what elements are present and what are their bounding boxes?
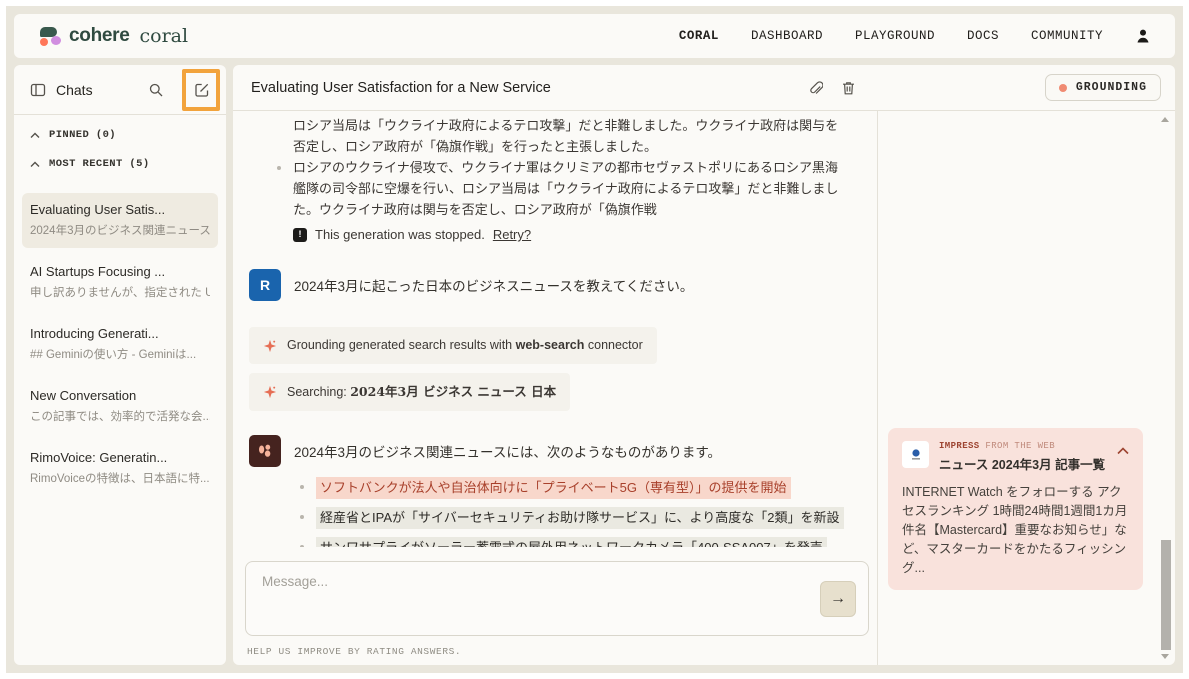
conversation-title: Evaluating User Satisfaction for a New S… bbox=[251, 80, 807, 96]
sparkle-icon bbox=[263, 385, 277, 399]
citation-span[interactable]: サンワサプライがソーラー蓄電式の屋外用ネットワークカメラ「400-SSA007」… bbox=[316, 537, 827, 547]
chat-list-item[interactable]: AI Startups Focusing ... 申し訳ありませんが、指定された… bbox=[22, 255, 218, 310]
chat-title: Evaluating User Satis... bbox=[30, 202, 210, 217]
message-paragraph: ロシア当局は「ウクライナ政府によるテロ攻撃」だと非難しました。ウクライナ政府は関… bbox=[249, 115, 849, 157]
grounding-status-dot bbox=[1059, 84, 1067, 92]
citation-snippet: INTERNET Watch をフォローする アクセスランキング 1時間24時間… bbox=[902, 483, 1129, 578]
stopped-assistant-message: ロシア当局は「ウクライナ政府によるテロ攻撃」だと非難しました。ウクライナ政府は関… bbox=[249, 115, 859, 245]
cohere-coral-logo[interactable]: cohere coral bbox=[38, 25, 188, 47]
chat-title: RimoVoice: Generatin... bbox=[30, 450, 210, 465]
top-navigation-bar: cohere coral CORAL DASHBOARD PLAYGROUND … bbox=[14, 14, 1175, 58]
chat-list-item[interactable]: Evaluating User Satis... 2024年3月のビジネス関連ニ… bbox=[22, 193, 218, 248]
sidebar-sections: PINNED (0) MOST RECENT (5) bbox=[14, 115, 226, 191]
panel-scrollbar[interactable] bbox=[1158, 115, 1172, 661]
generation-stopped-text: This generation was stopped. bbox=[315, 224, 485, 245]
sidebar-title: Chats bbox=[56, 82, 148, 98]
user-avatar: R bbox=[249, 269, 281, 301]
bullet-dot bbox=[300, 515, 304, 519]
warning-icon: ! bbox=[293, 228, 307, 242]
trash-icon[interactable] bbox=[841, 80, 856, 96]
chat-preview: RimoVoiceの特徴は、日本語に特... bbox=[30, 470, 210, 486]
citations-panel: IMPRESS FROM THE WEB ニュース 2024年3月 記事一覧 -… bbox=[878, 111, 1175, 665]
logo-product-text: coral bbox=[140, 25, 189, 47]
conversation-header: Evaluating User Satisfaction for a New S… bbox=[233, 65, 1175, 111]
new-chat-compose-icon[interactable] bbox=[194, 82, 210, 98]
send-button[interactable]: → bbox=[820, 581, 856, 617]
paperclip-icon[interactable] bbox=[807, 80, 823, 96]
scrollbar-thumb[interactable] bbox=[1161, 540, 1171, 650]
message-bullet: ロシアのウクライナ侵攻で、ウクライナ軍はクリミアの都市セヴァストポリにあるロシア… bbox=[293, 157, 849, 220]
chat-list-item[interactable]: New Conversation この記事では、効率的で活発な会... bbox=[22, 379, 218, 434]
nav-item-dashboard[interactable]: DASHBOARD bbox=[751, 29, 823, 43]
chat-preview: ## Geminiの使い方 - Geminiは... bbox=[30, 346, 210, 362]
citation-span-active[interactable]: ソフトバンクが法人や自治体向けに「プライベート5G（専有型）」の提供を開始 bbox=[316, 477, 791, 499]
message-composer: → bbox=[245, 561, 869, 636]
chat-title: New Conversation bbox=[30, 388, 210, 403]
nav-item-playground[interactable]: PLAYGROUND bbox=[855, 29, 935, 43]
pinned-section-label: PINNED (0) bbox=[49, 129, 116, 141]
nav-item-docs[interactable]: DOCS bbox=[967, 29, 999, 43]
grounding-toggle-button[interactable]: GROUNDING bbox=[1045, 74, 1161, 101]
pinned-section-toggle[interactable]: PINNED (0) bbox=[30, 129, 210, 141]
collapse-chevron-icon[interactable] bbox=[1117, 441, 1129, 455]
sidebar-header: Chats bbox=[14, 65, 226, 115]
main-panel: Evaluating User Satisfaction for a New S… bbox=[233, 65, 1175, 665]
chats-sidebar: Chats PINNED (0) bbox=[14, 65, 226, 665]
assistant-intro-text: 2024年3月のビジネス関連ニュースには、次のようなものがあります。 bbox=[294, 435, 859, 463]
chat-preview: 2024年3月のビジネス関連ニュース... bbox=[30, 222, 210, 238]
chat-column: ロシア当局は「ウクライナ政府によるテロ攻撃」だと非難しました。ウクライナ政府は関… bbox=[233, 111, 878, 665]
bullet-dot bbox=[300, 545, 304, 547]
recent-section-label: MOST RECENT (5) bbox=[49, 158, 150, 170]
nav-item-coral[interactable]: CORAL bbox=[679, 29, 719, 43]
app-frame: cohere coral CORAL DASHBOARD PLAYGROUND … bbox=[6, 6, 1183, 673]
grounding-step: Grounding generated search results with … bbox=[249, 327, 657, 364]
message-scroll-area[interactable]: ロシア当局は「ウクライナ政府によるテロ攻撃」だと非難しました。ウクライナ政府は関… bbox=[233, 111, 877, 547]
scroll-up-arrow[interactable] bbox=[1161, 117, 1169, 122]
user-message-text: 2024年3月に起こった日本のビジネスニュースを教えてください。 bbox=[294, 269, 693, 301]
chat-title: Introducing Generati... bbox=[30, 326, 210, 341]
citation-span[interactable]: 経産省とIPAが「サイバーセキュリティお助け隊サービス」に、より高度な「2類」を… bbox=[316, 507, 844, 529]
message-input[interactable] bbox=[262, 574, 798, 589]
chat-title: AI Startups Focusing ... bbox=[30, 264, 210, 279]
sidebar-collapse-icon[interactable] bbox=[30, 82, 46, 98]
searching-step: Searching: 2024年3月 ビジネス ニュース 日本 bbox=[249, 373, 570, 411]
citation-source-line: IMPRESS FROM THE WEB bbox=[939, 441, 1107, 451]
chevron-up-icon bbox=[30, 132, 40, 139]
citation-card[interactable]: IMPRESS FROM THE WEB ニュース 2024年3月 記事一覧 -… bbox=[888, 428, 1143, 590]
recent-section-toggle[interactable]: MOST RECENT (5) bbox=[30, 158, 210, 170]
source-favicon bbox=[902, 441, 929, 468]
sparkle-icon bbox=[263, 339, 277, 353]
send-arrow-icon: → bbox=[830, 590, 846, 608]
chat-preview: この記事では、効率的で活発な会... bbox=[30, 408, 210, 424]
grounding-label: GROUNDING bbox=[1076, 81, 1147, 94]
retry-link[interactable]: Retry? bbox=[493, 224, 531, 245]
nav-item-community[interactable]: COMMUNITY bbox=[1031, 29, 1103, 43]
cohere-logo-icon bbox=[38, 26, 61, 46]
assistant-message: 2024年3月のビジネス関連ニュースには、次のようなものがあります。 ソフトバン… bbox=[249, 435, 859, 547]
chat-list-item[interactable]: RimoVoice: Generatin... RimoVoiceの特徴は、日本… bbox=[22, 441, 218, 496]
chat-list-item[interactable]: Introducing Generati... ## Geminiの使い方 - … bbox=[22, 317, 218, 372]
citation-title: ニュース 2024年3月 記事一覧 - INT... bbox=[939, 454, 1107, 473]
searching-step-text: Searching: 2024年3月 ビジネス ニュース 日本 bbox=[287, 381, 556, 403]
search-icon[interactable] bbox=[148, 82, 164, 98]
grounding-step-text: Grounding generated search results with … bbox=[287, 335, 643, 356]
rating-hint-text: HELP US IMPROVE BY RATING ANSWERS. bbox=[247, 646, 877, 657]
coral-bot-avatar bbox=[249, 435, 281, 467]
bullet-dot bbox=[277, 166, 281, 170]
logo-brand-text: cohere bbox=[69, 25, 130, 47]
chat-preview: 申し訳ありませんが、指定された UR... bbox=[30, 284, 210, 300]
primary-nav: CORAL DASHBOARD PLAYGROUND DOCS COMMUNIT… bbox=[679, 28, 1151, 44]
bullet-dot bbox=[300, 485, 304, 489]
user-message: R 2024年3月に起こった日本のビジネスニュースを教えてください。 bbox=[249, 269, 859, 301]
scroll-down-arrow[interactable] bbox=[1161, 654, 1169, 659]
user-account-icon[interactable] bbox=[1135, 28, 1151, 44]
chat-list: Evaluating User Satis... 2024年3月のビジネス関連ニ… bbox=[14, 191, 226, 505]
chevron-up-icon bbox=[30, 161, 40, 168]
